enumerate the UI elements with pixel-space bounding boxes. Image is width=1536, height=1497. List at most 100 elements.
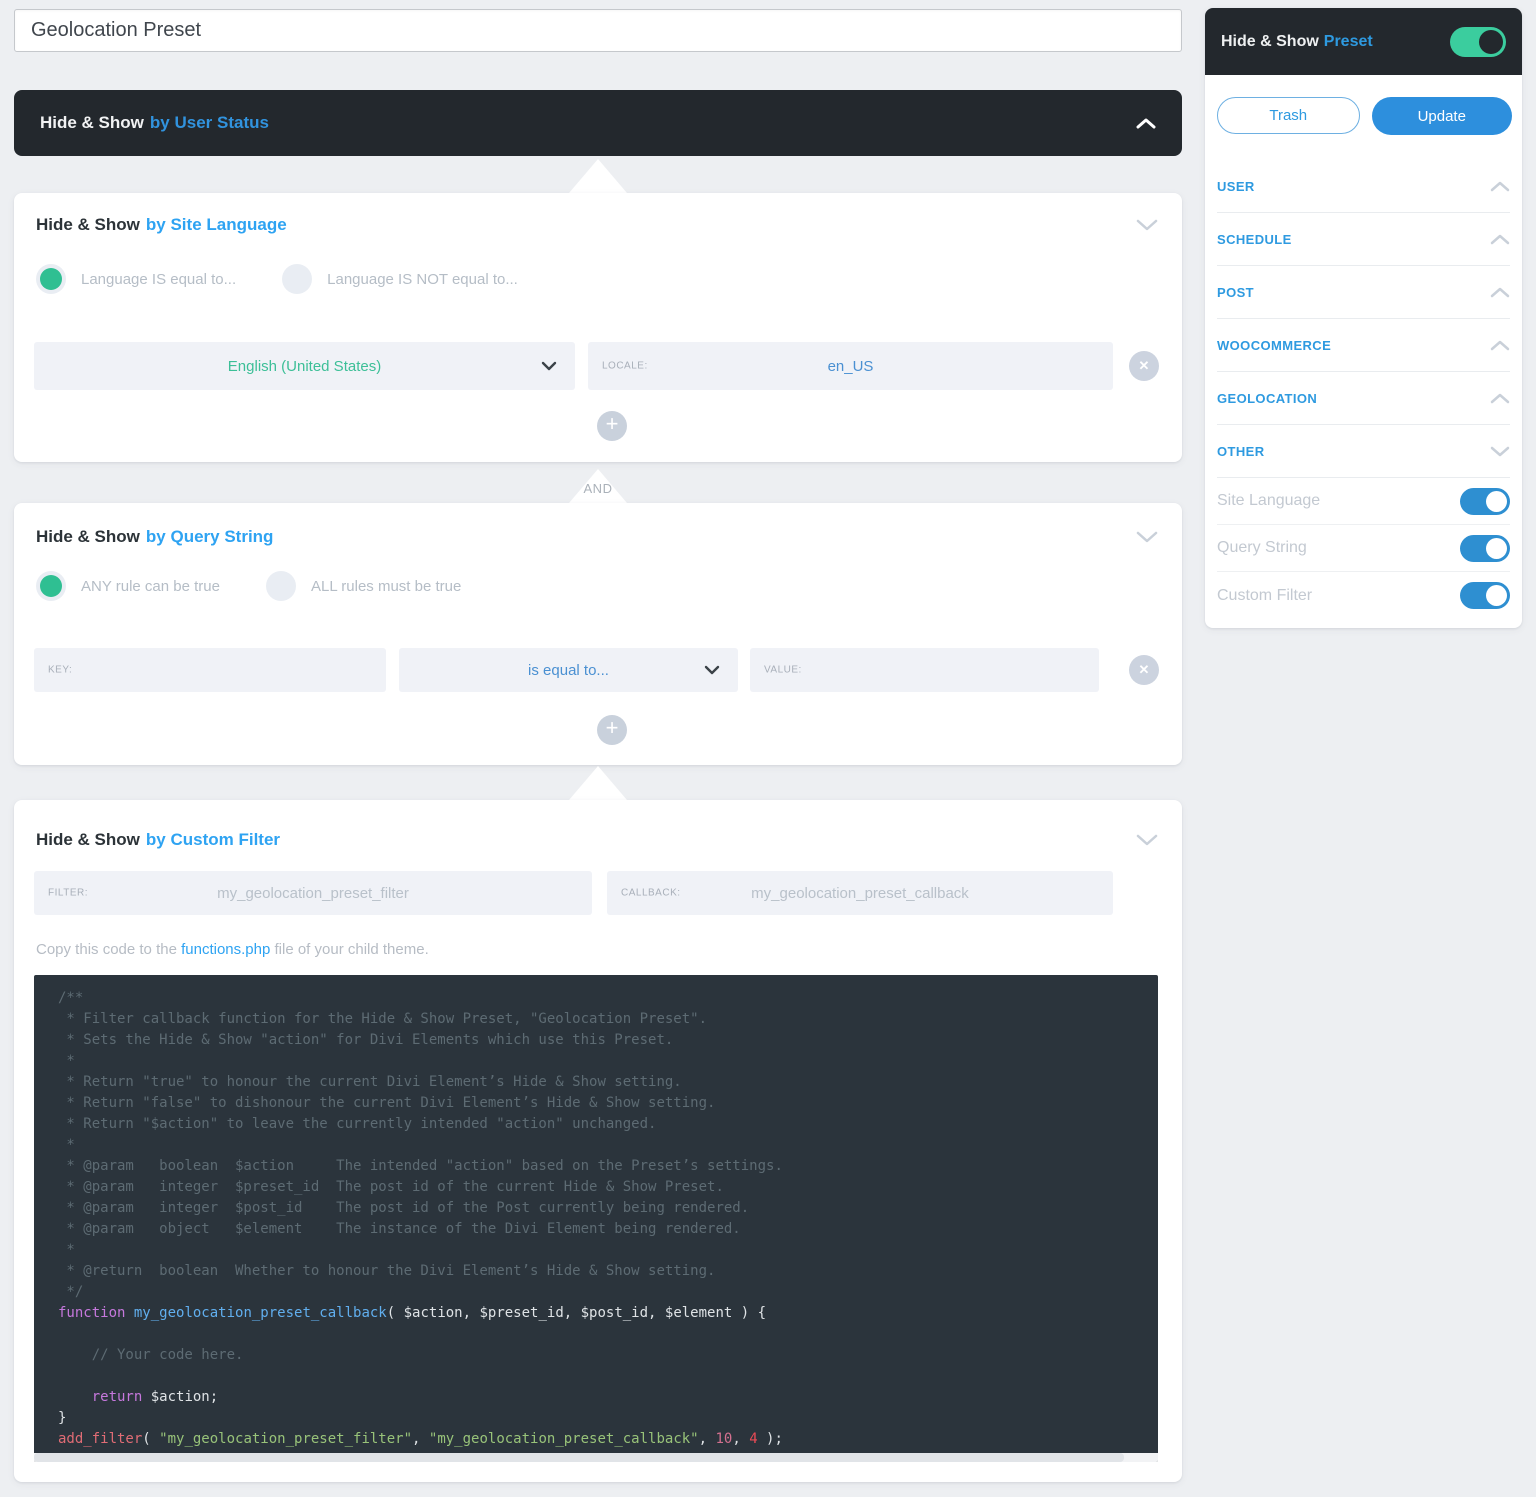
add-rule-button[interactable]: + <box>597 411 627 441</box>
chevron-down-icon[interactable] <box>1136 219 1158 231</box>
value-label: VALUE: <box>764 665 802 676</box>
operator-select[interactable]: is equal to... <box>399 648 738 692</box>
connector-triangle <box>569 766 627 800</box>
radio-unselected-icon[interactable] <box>282 264 312 294</box>
code-line <box>58 1324 1158 1345</box>
preset-title-input[interactable] <box>14 9 1182 52</box>
code-line: * @param integer $preset_id The post id … <box>58 1177 1158 1198</box>
code-line: * @param integer $post_id The post id of… <box>58 1198 1158 1219</box>
custom-filter-toggle[interactable] <box>1460 582 1510 609</box>
sidebar-section-woocommerce[interactable]: WOOCOMMERCE <box>1217 319 1510 372</box>
radio-label: ANY rule can be true <box>81 578 220 595</box>
remove-rule-button[interactable]: ✕ <box>1129 655 1159 685</box>
panel-custom-filter: Hide & Showby Custom Filter FILTER: my_g… <box>14 800 1182 1482</box>
chevron-down-icon[interactable] <box>1136 834 1158 846</box>
copy-code-instruction: Copy this code to the functions.php file… <box>36 941 429 958</box>
rule-mode-radio-group: ANY rule can be true ALL rules must be t… <box>36 571 461 601</box>
sidebar-section-geolocation[interactable]: GEOLOCATION <box>1217 372 1510 425</box>
panel-user-status-header[interactable]: Hide & Showby User Status <box>14 90 1182 156</box>
chevron-up-icon[interactable] <box>1490 287 1510 298</box>
code-line: * Return "false" to dishonour the curren… <box>58 1093 1158 1114</box>
sidebar-header: Hide & ShowPreset <box>1205 8 1522 75</box>
key-label: KEY: <box>48 665 72 676</box>
code-line <box>58 1366 1158 1387</box>
radio-label: Language IS NOT equal to... <box>327 271 518 288</box>
radio-language-is-not-equal[interactable]: Language IS NOT equal to... <box>282 264 518 294</box>
toggle-row-custom-filter: Custom Filter <box>1217 572 1510 619</box>
code-line: add_filter( "my_geolocation_preset_filte… <box>58 1429 1158 1450</box>
radio-label: ALL rules must be true <box>311 578 461 595</box>
copy-text-before: Copy this code to the <box>36 941 181 958</box>
chevron-up-icon[interactable] <box>1490 393 1510 404</box>
radio-selected-icon[interactable] <box>36 264 66 294</box>
panel-title: Hide & Showby Site Language <box>36 215 287 235</box>
filter-input[interactable]: FILTER: my_geolocation_preset_filter <box>34 871 592 915</box>
locale-value: en_US <box>588 342 1113 390</box>
sidebar-section-user[interactable]: USER <box>1217 160 1510 213</box>
chevron-down-icon <box>704 665 720 675</box>
code-line: * @param object $element The instance of… <box>58 1219 1158 1240</box>
panel-title-prefix: Hide & Show <box>36 527 140 546</box>
functions-php-link[interactable]: functions.php <box>181 941 270 958</box>
sidebar-section-schedule[interactable]: SCHEDULE <box>1217 213 1510 266</box>
callback-input[interactable]: CALLBACK: my_geolocation_preset_callback <box>607 871 1113 915</box>
preset-enabled-toggle[interactable] <box>1450 27 1506 57</box>
code-line: } <box>58 1408 1158 1429</box>
connector-triangle <box>569 159 627 193</box>
value-input[interactable]: VALUE: <box>750 648 1099 692</box>
query-string-toggle[interactable] <box>1460 535 1510 562</box>
trash-button[interactable]: Trash <box>1217 97 1360 134</box>
panel-title: Hide & Showby User Status <box>40 113 269 133</box>
key-input[interactable]: KEY: <box>34 648 386 692</box>
chevron-up-icon[interactable] <box>1490 340 1510 351</box>
code-line: /** <box>58 988 1158 1009</box>
code-line: * Sets the Hide & Show "action" for Divi… <box>58 1030 1158 1051</box>
scrollbar-thumb[interactable] <box>34 1453 1124 1462</box>
panel-title-suffix: by Custom Filter <box>146 830 280 849</box>
remove-rule-button[interactable]: ✕ <box>1129 351 1159 381</box>
toggle-label: Site Language <box>1217 492 1320 510</box>
locale-input[interactable]: LOCALE: en_US <box>588 342 1113 390</box>
code-line: // Your code here. <box>58 1345 1158 1366</box>
update-button[interactable]: Update <box>1372 97 1513 135</box>
chevron-up-icon[interactable] <box>1490 181 1510 192</box>
radio-language-is-equal[interactable]: Language IS equal to... <box>36 264 236 294</box>
panel-title: Hide & Show by Query String <box>36 527 273 547</box>
chevron-down-icon[interactable] <box>1490 446 1510 457</box>
chevron-up-icon[interactable] <box>1490 234 1510 245</box>
sidebar-section-other[interactable]: OTHER <box>1217 425 1510 478</box>
operator-select-value: is equal to... <box>399 648 738 692</box>
sidebar-actions: Trash Update <box>1217 97 1512 135</box>
section-label: SCHEDULE <box>1217 232 1292 247</box>
panel-site-language: Hide & Showby Site Language Language IS … <box>14 193 1182 462</box>
radio-any-rule[interactable]: ANY rule can be true <box>36 571 220 601</box>
settings-sidebar: Hide & ShowPreset Trash Update USER SCHE… <box>1205 8 1522 628</box>
toggle-row-site-language: Site Language <box>1217 478 1510 525</box>
chevron-down-icon[interactable] <box>1136 531 1158 543</box>
panel-title-suffix: by Site Language <box>146 215 287 234</box>
code-line: * Return "$action" to leave the currentl… <box>58 1114 1158 1135</box>
panel-title-suffix: by Query String <box>146 527 274 546</box>
code-line: function my_geolocation_preset_callback(… <box>58 1303 1158 1324</box>
code-line: * Filter callback function for the Hide … <box>58 1009 1158 1030</box>
site-language-toggle[interactable] <box>1460 488 1510 515</box>
toggle-knob <box>1486 491 1507 512</box>
section-label: WOOCOMMERCE <box>1217 338 1331 353</box>
code-line: * @return boolean Whether to honour the … <box>58 1261 1158 1282</box>
section-label: OTHER <box>1217 444 1265 459</box>
language-select[interactable]: English (United States) <box>34 342 575 390</box>
add-rule-button[interactable]: + <box>597 715 627 745</box>
toggle-row-query-string: Query String <box>1217 525 1510 572</box>
sidebar-section-post[interactable]: POST <box>1217 266 1510 319</box>
radio-label: Language IS equal to... <box>81 271 236 288</box>
copy-text-after: file of your child theme. <box>270 941 428 958</box>
chevron-up-icon[interactable] <box>1136 118 1156 129</box>
toggle-knob <box>1479 30 1503 54</box>
radio-unselected-icon[interactable] <box>266 571 296 601</box>
code-snippet-container: /** * Filter callback function for the H… <box>34 975 1158 1462</box>
toggle-label: Custom Filter <box>1217 587 1312 605</box>
horizontal-scrollbar[interactable] <box>34 1453 1158 1462</box>
radio-all-rules[interactable]: ALL rules must be true <box>266 571 461 601</box>
radio-selected-icon[interactable] <box>36 571 66 601</box>
panel-title-prefix: Hide & Show <box>40 113 144 132</box>
